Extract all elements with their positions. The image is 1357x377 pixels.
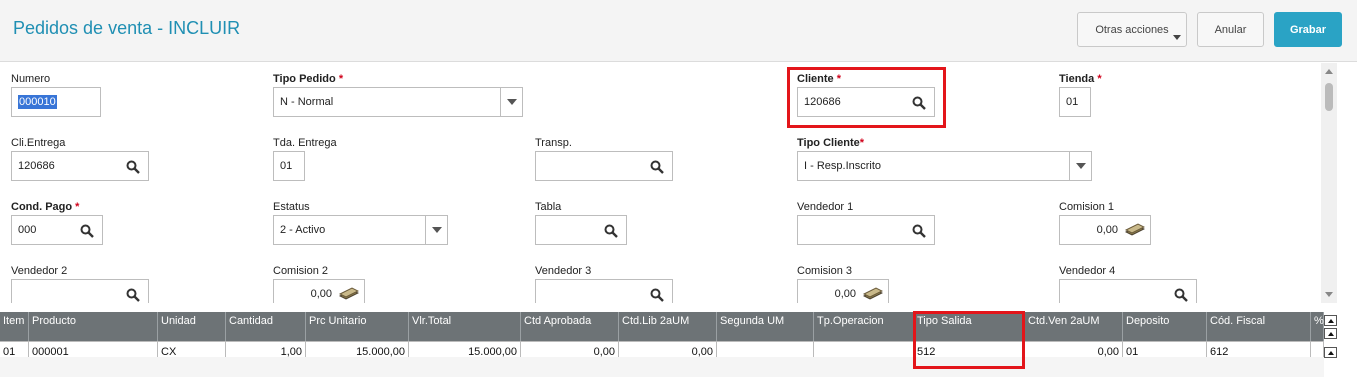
tipo-cliente-select[interactable]: I - Resp.Inscrito <box>797 151 1092 181</box>
tienda-value: 01 <box>1066 96 1079 108</box>
page-header: Pedidos de venta - INCLUIR Otras accione… <box>0 0 1357 62</box>
search-icon[interactable] <box>912 96 926 110</box>
right-margin <box>1337 63 1357 377</box>
numero-field[interactable]: 000010 <box>11 87 101 117</box>
search-icon[interactable] <box>604 224 618 238</box>
vendedor2-label: Vendedor 2 <box>11 265 68 277</box>
estatus-value: 2 - Activo <box>280 224 326 236</box>
tipo-cliente-value: I - Resp.Inscrito <box>804 160 882 172</box>
comision3-label: Comision 3 <box>797 265 853 277</box>
search-icon[interactable] <box>126 288 140 302</box>
grid-header-cell[interactable]: % <box>1311 312 1324 341</box>
money-icon[interactable] <box>1125 223 1145 237</box>
scroll-down-icon[interactable] <box>1325 292 1333 297</box>
grid-header-cell[interactable]: Ctd.Ven 2aUM <box>1025 312 1123 341</box>
cliente-field[interactable]: 120686 <box>797 87 935 117</box>
search-icon[interactable] <box>912 224 926 238</box>
grid-header-cell[interactable]: Tipo Salida <box>914 312 1025 341</box>
comision1-label: Comision 1 <box>1059 201 1115 213</box>
cancel-button[interactable]: Anular <box>1197 12 1264 47</box>
vendedor2-field[interactable] <box>11 279 149 303</box>
tienda-label: Tienda * <box>1059 73 1102 85</box>
cond-pago-label: Cond. Pago * <box>11 201 80 213</box>
transp-label: Transp. <box>535 137 572 149</box>
caret-down-icon <box>1173 35 1181 40</box>
money-icon[interactable] <box>339 287 359 301</box>
transp-field[interactable] <box>535 151 673 181</box>
vendedor3-field[interactable] <box>535 279 673 303</box>
search-icon[interactable] <box>1174 288 1188 302</box>
cliente-label: Cliente * <box>797 73 842 85</box>
vendedor1-label: Vendedor 1 <box>797 201 854 213</box>
grid-up-button[interactable] <box>1324 347 1337 358</box>
grid-header-cell[interactable]: Ctd.Lib 2aUM <box>619 312 717 341</box>
numero-label: Numero <box>11 73 51 85</box>
comision1-value: 0,00 <box>1096 224 1118 236</box>
grid-header-cell[interactable]: Ctd Aprobada <box>521 312 619 341</box>
grid-header-cell[interactable]: Cód. Fiscal <box>1207 312 1311 341</box>
estatus-label: Estatus <box>273 201 310 213</box>
other-actions-button[interactable]: Otras acciones <box>1077 12 1187 47</box>
search-icon[interactable] <box>80 224 94 238</box>
vendedor4-label: Vendedor 4 <box>1059 265 1116 277</box>
other-actions-label: Otras acciones <box>1095 23 1169 36</box>
form-scrollbar[interactable] <box>1321 63 1337 303</box>
vendedor1-field[interactable] <box>797 215 935 245</box>
grid-header-cell[interactable]: Cantidad <box>226 312 306 341</box>
grid-header-cell[interactable]: Unidad <box>158 312 226 341</box>
comision3-value: 0,00 <box>834 288 856 300</box>
comision1-field[interactable]: 0,00 <box>1059 215 1151 245</box>
money-icon[interactable] <box>863 287 883 301</box>
search-icon[interactable] <box>126 160 140 174</box>
cli-entrega-label: Cli.Entrega <box>11 137 66 149</box>
tipo-pedido-value: N - Normal <box>280 96 334 108</box>
tda-entrega-value: 01 <box>280 160 293 172</box>
order-form: Numero 000010 Tipo Pedido * N - Normal C… <box>0 63 1321 303</box>
grid-empty-area <box>0 357 1324 377</box>
tienda-field[interactable]: 01 <box>1059 87 1091 117</box>
scroll-up-icon[interactable] <box>1325 69 1333 74</box>
grid-header-cell[interactable]: Tp.Operacion <box>814 312 914 341</box>
dropdown-arrow-icon[interactable] <box>1069 152 1091 180</box>
grid-header-cell[interactable]: Deposito <box>1123 312 1207 341</box>
grid-header-cell[interactable]: Segunda UM <box>717 312 814 341</box>
grid-header-cell[interactable]: Item <box>0 312 29 341</box>
page-title: Pedidos de venta - INCLUIR <box>13 18 241 38</box>
comision2-value: 0,00 <box>310 288 332 300</box>
save-button[interactable]: Grabar <box>1274 12 1342 47</box>
tipo-cliente-label: Tipo Cliente* <box>797 137 865 149</box>
comision2-label: Comision 2 <box>273 265 329 277</box>
tda-entrega-field[interactable]: 01 <box>273 151 305 181</box>
dropdown-arrow-icon[interactable] <box>500 88 522 116</box>
dropdown-arrow-icon[interactable] <box>425 216 447 244</box>
tda-entrega-label: Tda. Entrega <box>273 137 337 149</box>
tabla-label: Tabla <box>535 201 562 213</box>
numero-value: 000010 <box>18 95 57 109</box>
grid-header-cell[interactable]: Producto <box>29 312 158 341</box>
cond-pago-field[interactable]: 000 <box>11 215 103 245</box>
tipo-pedido-label: Tipo Pedido * <box>273 73 344 85</box>
grid-first-button[interactable] <box>1324 315 1337 326</box>
cli-entrega-field[interactable]: 120686 <box>11 151 149 181</box>
grid-controls <box>1324 312 1338 377</box>
tipo-pedido-select[interactable]: N - Normal <box>273 87 523 117</box>
comision3-field[interactable]: 0,00 <box>797 279 889 303</box>
search-icon[interactable] <box>650 288 664 302</box>
vendedor4-field[interactable] <box>1059 279 1197 303</box>
estatus-select[interactable]: 2 - Activo <box>273 215 448 245</box>
grid-prev-button[interactable] <box>1324 328 1337 339</box>
tabla-field[interactable] <box>535 215 627 245</box>
scroll-thumb[interactable] <box>1325 83 1333 111</box>
grid-header-cell[interactable]: Vlr.Total <box>409 312 521 341</box>
comision2-field[interactable]: 0,00 <box>273 279 365 303</box>
vendedor3-label: Vendedor 3 <box>535 265 592 277</box>
grid-header-cell[interactable]: Prc Unitario <box>306 312 409 341</box>
search-icon[interactable] <box>650 160 664 174</box>
